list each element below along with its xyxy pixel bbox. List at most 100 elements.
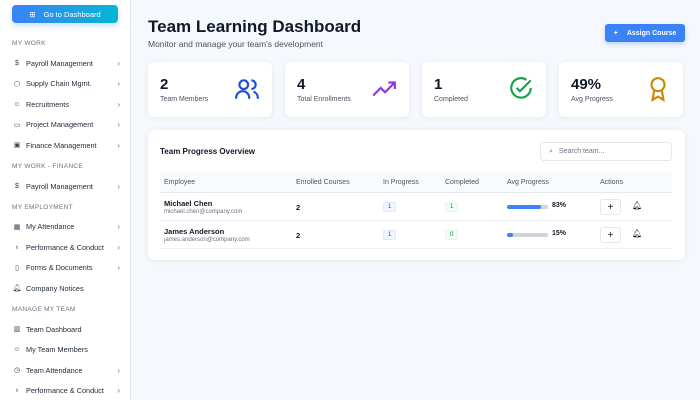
award-icon: ♁ [14, 243, 20, 251]
sidebar-item-label: Payroll Management [26, 181, 93, 191]
sidebar-item-label: Payroll Management [26, 58, 93, 68]
section-label: MY EMPLOYMENT [12, 203, 73, 211]
progress-fill [507, 233, 514, 237]
grid-icon: ⊞ [29, 9, 36, 19]
sidebar-item-label: Performance & Conduct [26, 386, 104, 396]
clock-icon: ◷ [13, 367, 21, 375]
sidebar-item[interactable]: ▯ Forms & Documents › [12, 260, 120, 276]
progress-bar [507, 205, 548, 209]
sidebar-item-label: Company Notices [26, 283, 84, 293]
search-team-input[interactable]: ⌕ Search team... [540, 142, 672, 161]
sidebar-item-label: Supply Chain Mgmt. [26, 79, 92, 89]
assign-plus-button[interactable]: + [600, 199, 621, 215]
section-label: MY WORK [12, 40, 46, 47]
wallet-icon: ▣ [13, 142, 21, 150]
sidebar-item[interactable]: 🔔︎ Company Notices [12, 280, 120, 296]
chevron-right-icon: › [117, 222, 120, 232]
assign-plus-button[interactable]: + [600, 227, 621, 243]
sidebar-item[interactable]: $ Payroll Management › [12, 55, 120, 71]
plus-icon: + [613, 29, 618, 37]
sidebar-item[interactable]: ☺ Recruitments › [12, 96, 120, 112]
dollar-icon: $ [15, 59, 19, 67]
bell-icon: 🔔︎ [12, 285, 22, 293]
chevron-right-icon: › [117, 242, 120, 252]
assign-course-button[interactable]: + Assign Course [605, 24, 685, 42]
col-avg-progress: Avg Progress [507, 179, 549, 186]
stat-label: Avg Progress [571, 96, 613, 103]
section-label: MY WORK - FINANCE [12, 163, 84, 170]
table-header: Employee Enrolled Courses In Progress Co… [160, 172, 672, 193]
progress-percent: 83% [552, 202, 567, 209]
bell-icon[interactable]: 🔔︎ [632, 201, 642, 210]
users-icon: ☺ [13, 346, 21, 354]
stat-value: 49% [571, 76, 602, 93]
section-label: MANAGE MY TEAM [12, 306, 76, 313]
sidebar-item[interactable]: ⬡ Supply Chain Mgmt. › [12, 76, 120, 92]
sidebar-item[interactable]: ♁ Performance & Conduct › [12, 239, 120, 255]
chart-icon: ▥ [13, 326, 21, 333]
box-icon: ⬡ [13, 80, 21, 88]
bell-icon[interactable]: 🔔︎ [632, 229, 642, 238]
progress-percent: 15% [552, 230, 567, 237]
chevron-right-icon: › [117, 120, 120, 130]
check-circle-icon [510, 77, 532, 99]
enrolled-count: 2 [296, 231, 301, 240]
page-title: Team Learning Dashboard [148, 17, 362, 36]
completed-badge: 0 [445, 230, 459, 240]
sidebar-item-label: Project Management [26, 120, 94, 130]
sidebar-item[interactable]: ▭ Project Management › [12, 117, 120, 133]
chevron-right-icon: › [117, 58, 120, 68]
stat-card-total-enrollments: 4 Total Enrollments [285, 62, 409, 117]
sidebar-item[interactable]: ▥ Team Dashboard [12, 321, 120, 337]
calendar-icon: ▦ [13, 223, 21, 231]
sidebar-item-label: Finance Management [26, 140, 97, 150]
chevron-right-icon: › [117, 99, 120, 109]
sidebar-item-label: Recruitments [26, 99, 69, 109]
col-employee: Employee [164, 179, 196, 186]
enrolled-count: 2 [296, 203, 301, 212]
users-icon [235, 79, 259, 99]
sidebar-item-label: My Attendance [26, 222, 75, 232]
chevron-right-icon: › [117, 79, 120, 89]
chevron-right-icon: › [117, 386, 120, 396]
col-enrolled: Enrolled Courses [296, 179, 350, 186]
sidebar-item[interactable]: ◷ Team Attendance › [12, 362, 120, 378]
award-icon [650, 77, 666, 102]
sidebar-item-label: Forms & Documents [26, 263, 93, 273]
employee-name: Michael Chen [164, 199, 213, 208]
sidebar-item[interactable]: $ Payroll Management › [12, 178, 120, 194]
sidebar-item-label: My Team Members [26, 345, 88, 355]
go-to-dashboard-button[interactable]: ⊞ Go to Dashboard [12, 5, 118, 23]
page-subtitle: Monitor and manage your team's developme… [148, 39, 324, 49]
stat-label: Total Enrollments [297, 96, 351, 103]
employee-name: James Anderson [164, 227, 225, 236]
progress-bar [507, 233, 548, 237]
stat-card-avg-progress: 49% Avg Progress [559, 62, 683, 117]
chevron-right-icon: › [117, 263, 120, 273]
trending-up-icon [372, 81, 396, 97]
chevron-right-icon: › [117, 140, 120, 150]
sidebar-item-label: Performance & Conduct [26, 242, 104, 252]
completed-badge: 1 [445, 202, 459, 212]
sidebar-item[interactable]: ☺ My Team Members [12, 342, 120, 358]
folder-icon: ▭ [13, 121, 21, 129]
award-icon: ♁ [14, 387, 20, 395]
col-in-progress: In Progress [383, 179, 419, 186]
stat-label: Completed [434, 96, 468, 103]
sidebar-item[interactable]: ▦ My Attendance › [12, 219, 120, 235]
in-progress-badge: 1 [383, 202, 397, 212]
table-row: Michael Chen michael.chen@company.com 2 … [160, 193, 672, 221]
employee-email: michael.chen@company.com [164, 209, 243, 215]
sidebar-item[interactable]: ▣ Finance Management › [12, 137, 120, 153]
progress-fill [507, 205, 542, 209]
sidebar-item[interactable]: ♁ Performance & Conduct › [12, 383, 120, 399]
dollar-icon: $ [15, 182, 19, 190]
sidebar-item-label: Team Dashboard [26, 324, 82, 334]
stat-value: 1 [434, 76, 443, 93]
sidebar: ⊞ Go to Dashboard MY WORK $ Payroll Managem… [0, 0, 131, 400]
chevron-right-icon: › [117, 181, 120, 191]
search-icon: ⌕ [549, 147, 553, 155]
stat-value: 2 [160, 76, 169, 93]
user-plus-icon: ☺ [13, 100, 21, 108]
file-icon: ▯ [15, 264, 19, 272]
